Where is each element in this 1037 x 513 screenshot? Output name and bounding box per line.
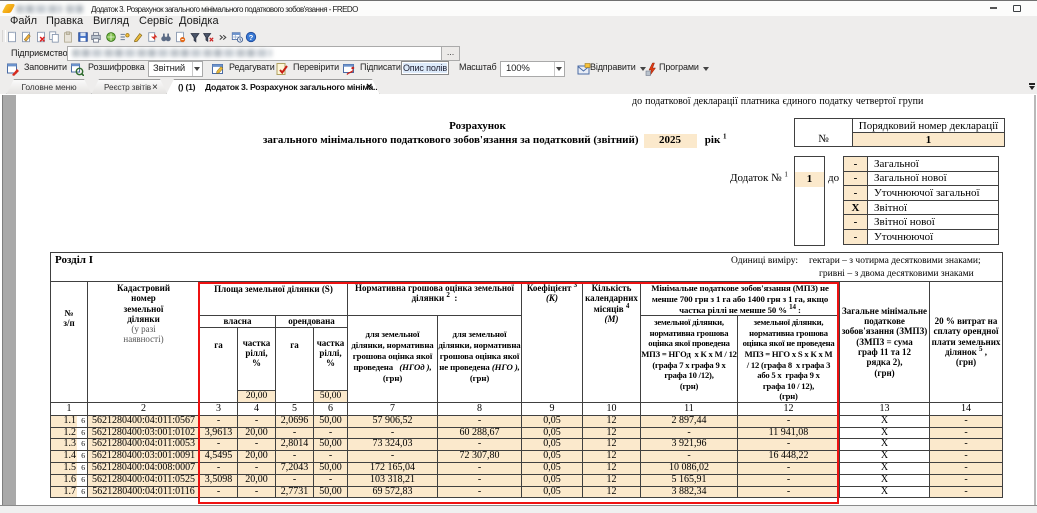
svg-text:?: ? xyxy=(249,33,254,42)
